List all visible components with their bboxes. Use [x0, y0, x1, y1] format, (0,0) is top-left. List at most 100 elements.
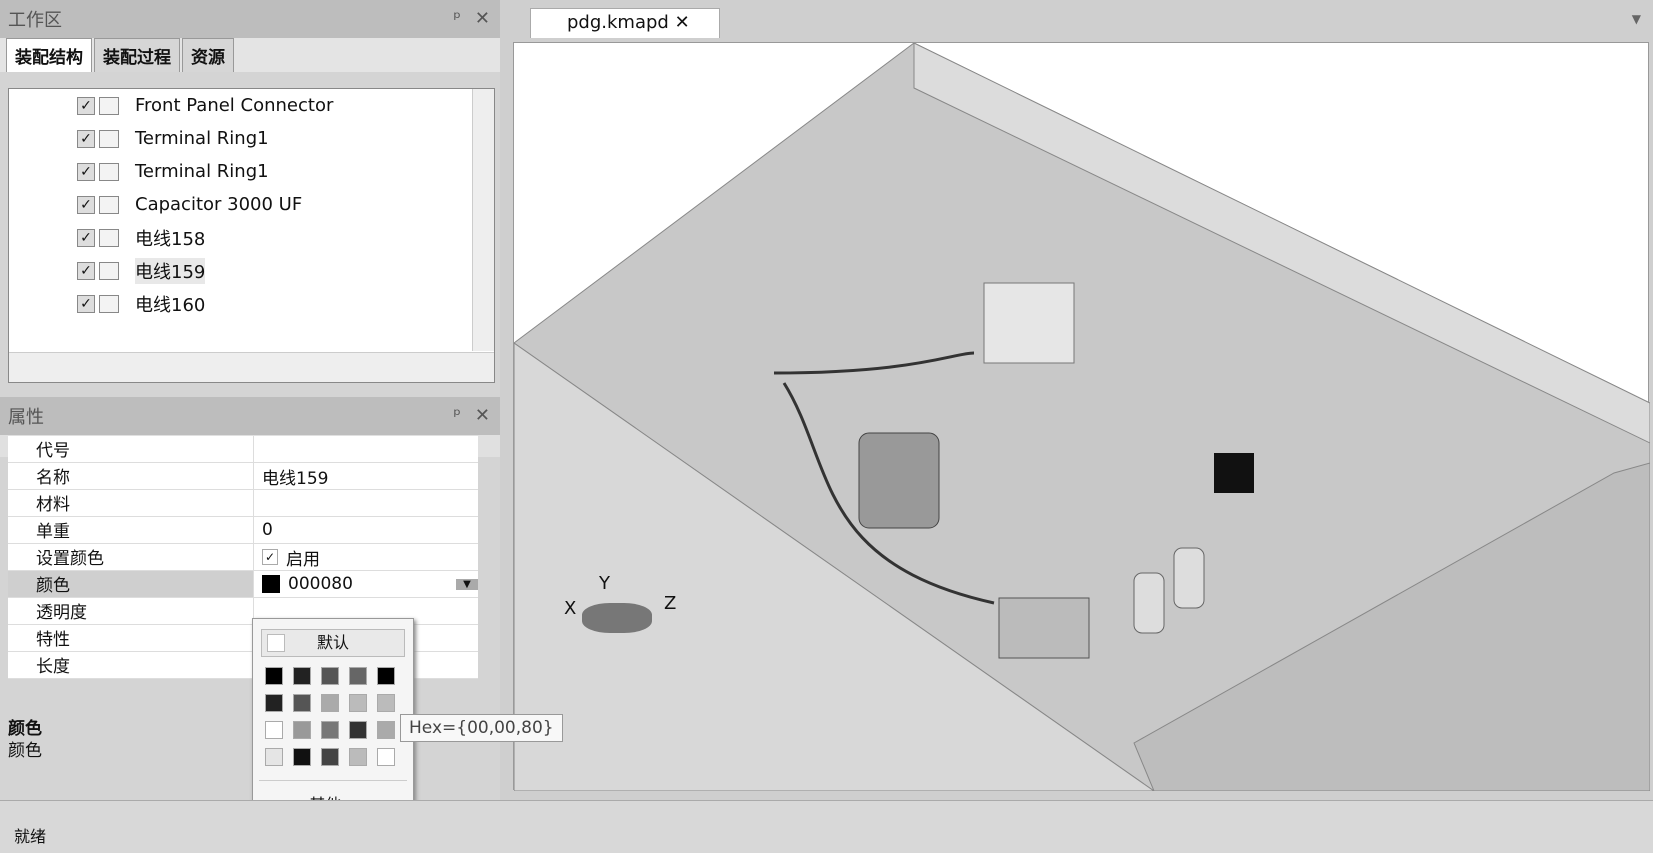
part-icon [99, 129, 119, 148]
part-icon [99, 162, 119, 181]
color-swatch[interactable] [349, 748, 367, 766]
checkbox[interactable]: ✓ [77, 96, 95, 115]
tree-item[interactable]: ✓ Terminal Ring1 [9, 155, 494, 188]
color-swatch[interactable] [265, 721, 283, 739]
tab-resources[interactable]: 资源 [182, 38, 234, 72]
color-swatch[interactable] [349, 667, 367, 685]
color-swatch[interactable] [377, 667, 395, 685]
property-row[interactable]: 颜色 000080 ▼ [8, 571, 478, 598]
workspace-tabs: 装配结构 装配过程 资源 [0, 38, 500, 72]
document-tab[interactable]: pdg.kmapd ✕ [530, 8, 720, 38]
enable-checkbox[interactable]: ✓ [262, 549, 278, 565]
color-swatch [262, 575, 280, 593]
property-row[interactable]: 代号 [8, 436, 478, 463]
color-swatch[interactable] [321, 667, 339, 685]
property-name: 设置颜色 [8, 544, 253, 570]
color-dropdown-button[interactable]: ▼ [456, 578, 478, 590]
part-icon [99, 294, 119, 313]
color-swatch[interactable] [265, 694, 283, 712]
pin-icon[interactable]: ᵖ [453, 8, 461, 29]
checkbox[interactable]: ✓ [77, 294, 95, 313]
property-row[interactable]: 单重 0 [8, 517, 478, 544]
color-swatch[interactable] [293, 694, 311, 712]
color-swatch[interactable] [377, 721, 395, 739]
description-title: 颜色 [8, 719, 42, 739]
status-text: 就绪 [14, 827, 47, 846]
close-icon[interactable]: ✕ [475, 8, 490, 29]
tree-item-label: 电线159 [135, 257, 206, 284]
workspace-title: 工作区 [8, 10, 62, 31]
part-icon [99, 195, 119, 214]
property-value[interactable]: 0 [262, 520, 273, 540]
property-row[interactable]: 设置颜色 ✓ 启用 [8, 544, 478, 571]
property-name: 名称 [8, 463, 253, 489]
property-description: 颜色 颜色 [8, 718, 42, 762]
tree-item[interactable]: ✓ Terminal Ring1 [9, 122, 494, 155]
checkbox[interactable]: ✓ [77, 261, 95, 280]
tree-item-label: Terminal Ring1 [135, 161, 269, 182]
checkbox[interactable]: ✓ [77, 195, 95, 214]
tree-item[interactable]: ✓ 电线158 [9, 221, 494, 254]
color-swatch[interactable] [293, 721, 311, 739]
color-swatch[interactable] [321, 694, 339, 712]
close-icon[interactable]: ✕ [475, 405, 490, 426]
color-swatch[interactable] [377, 694, 395, 712]
property-row[interactable]: 材料 [8, 490, 478, 517]
color-swatch[interactable] [349, 721, 367, 739]
default-label: 默认 [316, 633, 349, 652]
property-name: 透明度 [8, 598, 253, 624]
tab-assembly-structure[interactable]: 装配结构 [6, 38, 92, 72]
tree-item[interactable]: ✓ Capacitor 3000 UF [9, 188, 494, 221]
tree-item[interactable]: ✓ 电线159 [9, 254, 494, 287]
color-swatch[interactable] [321, 748, 339, 766]
assembly-model [513, 42, 1651, 792]
properties-title: 属性 [8, 407, 44, 428]
color-swatch[interactable] [265, 748, 283, 766]
color-picker-popup: 默认 其他... [252, 618, 414, 818]
tree-item[interactable]: ✓ Front Panel Connector [9, 89, 494, 122]
tree-horizontal-scrollbar[interactable] [9, 352, 494, 382]
tree-item[interactable]: ✓ 电线160 [9, 287, 494, 320]
checkbox[interactable]: ✓ [77, 162, 95, 181]
axis-y-label: Y [599, 573, 610, 594]
property-value[interactable]: 电线159 [262, 464, 328, 489]
color-swatch[interactable] [349, 694, 367, 712]
property-value[interactable]: 000080 [288, 574, 353, 594]
part-icon [99, 96, 119, 115]
color-swatch[interactable] [293, 748, 311, 766]
part-icon [99, 228, 119, 247]
tree-vertical-scrollbar[interactable] [472, 89, 494, 351]
property-name: 颜色 [8, 571, 253, 597]
close-tab-icon[interactable]: ✕ [675, 12, 690, 33]
property-row[interactable]: 名称 电线159 [8, 463, 478, 490]
workspace-titlebar: 工作区 ᵖ ✕ [0, 0, 500, 38]
color-tooltip: Hex={00,00,80} [400, 714, 563, 742]
checkbox[interactable]: ✓ [77, 129, 95, 148]
color-swatch[interactable] [265, 667, 283, 685]
property-name: 材料 [8, 490, 253, 516]
property-name: 单重 [8, 517, 253, 543]
color-swatch[interactable] [377, 748, 395, 766]
property-name: 特性 [8, 625, 253, 651]
status-bar: 就绪 [0, 800, 1653, 853]
checkbox[interactable]: ✓ [77, 228, 95, 247]
default-color-button[interactable]: 默认 [261, 629, 405, 657]
part-icon [99, 261, 119, 280]
tree-item-label: Capacitor 3000 UF [135, 194, 303, 215]
tab-list-dropdown-icon[interactable]: ▼ [1632, 12, 1641, 26]
color-swatch[interactable] [321, 721, 339, 739]
tab-assembly-process[interactable]: 装配过程 [94, 38, 180, 72]
tree-item-label: 电线160 [135, 294, 206, 316]
tree-item-label: Front Panel Connector [135, 95, 334, 116]
color-swatch[interactable] [293, 667, 311, 685]
property-value[interactable]: 启用 [286, 545, 320, 570]
axis-triad: X Y Z [564, 573, 676, 653]
tree-item-label: 电线158 [135, 228, 206, 250]
assembly-tree: ✓ Front Panel Connector ✓ Terminal Ring1 ✓ Te… [8, 88, 495, 383]
pin-icon[interactable]: ᵖ [453, 405, 461, 426]
document-tab-label: pdg.kmapd [567, 12, 669, 33]
property-name: 长度 [8, 652, 253, 678]
property-name: 代号 [8, 436, 253, 462]
left-panel: 工作区 ᵖ ✕ 装配结构 装配过程 资源 ✓ Front Panel Connect… [0, 0, 500, 800]
3d-viewport[interactable]: X Y Z [513, 42, 1651, 792]
